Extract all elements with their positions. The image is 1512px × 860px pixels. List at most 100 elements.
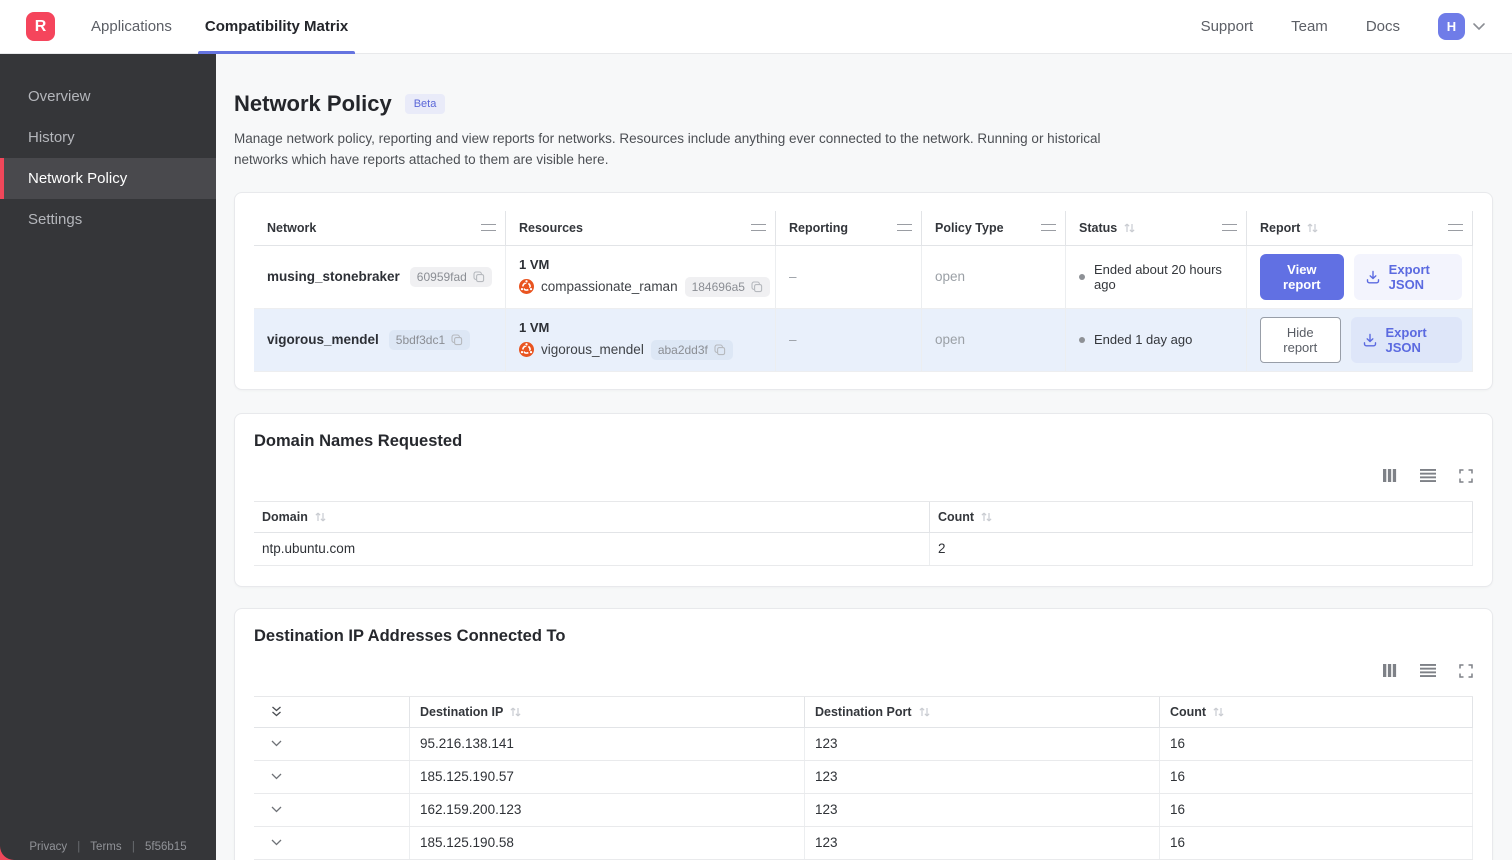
avatar[interactable]: H — [1438, 13, 1465, 40]
destination-ip-value: 95.216.138.141 — [410, 727, 805, 760]
nav-link-support[interactable]: Support — [1201, 18, 1254, 35]
column-header-resources[interactable]: Resources — [506, 210, 776, 245]
footer-divider: | — [131, 841, 135, 853]
vm-count: 1 VM — [519, 319, 550, 335]
status-text: Ended about 20 hours ago — [1094, 261, 1222, 292]
id-badge: 5bdf3dc1 — [388, 329, 471, 350]
columns-icon[interactable] — [1382, 468, 1397, 483]
id-badge-text: 60959fad — [416, 269, 467, 284]
destination-port-value: 123 — [805, 727, 1160, 760]
user-menu[interactable]: H — [1438, 13, 1486, 40]
domain-value: ntp.ubuntu.com — [254, 532, 930, 565]
reporting-cell: – — [776, 245, 922, 308]
column-header-label: Destination IP — [420, 704, 504, 719]
sort-icon — [1212, 706, 1225, 718]
column-resize-handle[interactable] — [481, 224, 496, 232]
status-dot — [1079, 273, 1085, 280]
view-report-button[interactable]: View report — [1260, 253, 1344, 300]
id-badge: aba2dd3f — [650, 339, 733, 360]
nav-link-docs[interactable]: Docs — [1366, 18, 1400, 35]
reporting-cell: – — [776, 308, 922, 371]
chevron-down-icon — [1472, 22, 1486, 31]
privacy-link[interactable]: Privacy — [29, 841, 67, 853]
sidebar-item-history[interactable]: History — [0, 117, 216, 158]
column-resize-handle[interactable] — [1222, 224, 1237, 232]
columns-icon[interactable] — [1382, 663, 1397, 678]
status-text: Ended 1 day ago — [1094, 332, 1193, 348]
column-header-label: Network — [267, 220, 317, 235]
column-resize-handle[interactable] — [1041, 224, 1056, 232]
report-cell: View report Export JSON — [1247, 245, 1473, 308]
column-header-destination-port[interactable]: Destination Port — [805, 696, 1160, 727]
count-value: 16 — [1160, 727, 1473, 760]
row-density-icon[interactable] — [1420, 468, 1436, 483]
vm-count: 1 VM — [519, 256, 550, 272]
id-badge: 184696a5 — [684, 276, 770, 297]
column-header-reporting[interactable]: Reporting — [776, 210, 922, 245]
count-value: 16 — [1160, 760, 1473, 793]
column-resize-handle[interactable] — [1448, 224, 1463, 232]
nav-tab-applications[interactable]: Applications — [84, 0, 179, 54]
column-header-network[interactable]: Network — [254, 210, 506, 245]
destination-row[interactable]: 185.125.190.58 123 16 — [254, 826, 1473, 860]
row-density-icon[interactable] — [1420, 663, 1436, 678]
nav-tab-compatibility-matrix[interactable]: Compatibility Matrix — [197, 0, 356, 54]
destination-port-value: 123 — [805, 760, 1160, 793]
destination-row[interactable]: 162.159.200.123 123 16 — [254, 793, 1473, 827]
column-header-count[interactable]: Count — [930, 501, 1473, 532]
build-id: 5f56b15 — [145, 841, 187, 853]
domain-table: Domain Count ntp.ubuntu.com 2 — [254, 500, 1473, 566]
chevron-down-icon[interactable] — [270, 805, 283, 814]
column-resize-handle[interactable] — [897, 224, 912, 232]
column-header-domain[interactable]: Domain — [254, 501, 930, 532]
resource-name: compassionate_raman — [541, 279, 678, 295]
column-header-count[interactable]: Count — [1160, 696, 1473, 727]
column-header-policy-type[interactable]: Policy Type — [922, 210, 1066, 245]
chevron-down-icon[interactable] — [270, 772, 283, 781]
destination-table: Destination IP Destination Port Count 95.2… — [254, 695, 1473, 860]
chevron-down-icon[interactable] — [270, 739, 283, 748]
column-header-destination-ip[interactable]: Destination IP — [410, 696, 805, 727]
beta-badge: Beta — [404, 94, 446, 114]
sidebar-item-settings[interactable]: Settings — [0, 199, 216, 240]
domain-table-header: Domain Count — [254, 501, 1473, 533]
sidebar-item-network-policy[interactable]: Network Policy — [0, 158, 216, 199]
network-row[interactable]: musing_stonebraker 60959fad 1 VM compassion… — [254, 245, 1473, 309]
double-chevron-down-icon[interactable] — [270, 705, 283, 718]
copy-icon[interactable] — [473, 271, 485, 283]
nav-link-team[interactable]: Team — [1291, 18, 1328, 35]
column-header-label: Resources — [519, 220, 583, 235]
fullscreen-icon[interactable] — [1459, 469, 1473, 483]
status-dot — [1079, 336, 1085, 343]
id-badge-text: aba2dd3f — [657, 342, 708, 357]
copy-icon[interactable] — [751, 281, 763, 293]
copy-icon[interactable] — [714, 344, 726, 356]
sidebar-item-overview[interactable]: Overview — [0, 76, 216, 117]
sidebar-item-label: Overview — [28, 88, 91, 105]
destination-row[interactable]: 185.125.190.57 123 16 — [254, 760, 1473, 794]
copy-icon[interactable] — [451, 334, 463, 346]
column-resize-handle[interactable] — [751, 224, 766, 232]
domain-row[interactable]: ntp.ubuntu.com 2 — [254, 532, 1473, 566]
export-json-label: Export JSON — [1388, 261, 1430, 292]
resource-item: vigorous_mendel aba2dd3f — [519, 339, 733, 360]
export-json-button[interactable]: Export JSON — [1353, 253, 1462, 300]
destination-ip-card: Destination IP Addresses Connected To De… — [234, 607, 1493, 860]
chevron-down-icon[interactable] — [270, 838, 283, 847]
sort-icon — [1123, 222, 1136, 234]
export-json-button[interactable]: Export JSON — [1350, 316, 1462, 363]
fullscreen-icon[interactable] — [1459, 664, 1473, 678]
destination-ip-value: 162.159.200.123 — [410, 793, 805, 826]
networks-table: Network Resources Reporting Policy Type Stat… — [254, 210, 1473, 372]
column-header-status[interactable]: Status — [1066, 210, 1247, 245]
app-logo[interactable]: R — [26, 12, 55, 41]
destination-row[interactable]: 95.216.138.141 123 16 — [254, 727, 1473, 761]
network-row[interactable]: vigorous_mendel 5bdf3dc1 1 VM vigorous_mend… — [254, 308, 1473, 372]
column-header-label: Policy Type — [935, 220, 1004, 235]
count-value: 16 — [1160, 793, 1473, 826]
terms-link[interactable]: Terms — [90, 841, 121, 853]
column-header-report[interactable]: Report — [1247, 210, 1473, 245]
hide-report-button[interactable]: Hide report — [1260, 316, 1341, 363]
network-name: musing_stonebraker — [267, 269, 400, 285]
expand-all-header[interactable] — [254, 696, 410, 727]
